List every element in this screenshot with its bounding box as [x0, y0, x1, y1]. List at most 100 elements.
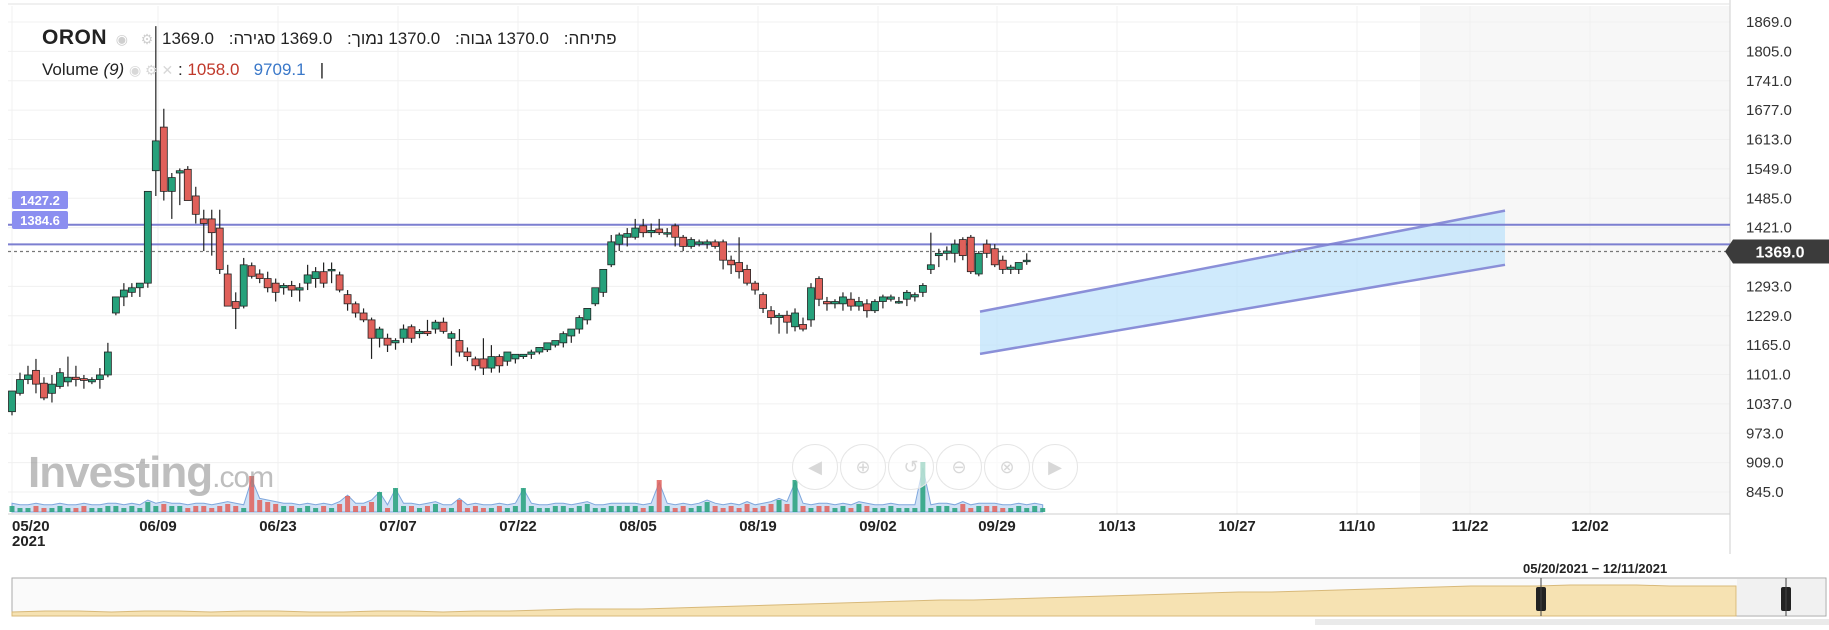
volume-value: 1058.0	[187, 60, 240, 79]
candle-body	[431, 321, 440, 330]
candle-body	[247, 265, 256, 277]
logo-brand: Investing	[28, 448, 213, 497]
candle-body	[191, 195, 200, 215]
gear-icon[interactable]: ⚙	[141, 31, 154, 47]
volume-bar	[712, 506, 718, 512]
chart-container[interactable]: 1427.2 1384.6 1869.0 1805.0 1741.0 1677.0 161…	[0, 0, 1829, 625]
candle-body	[807, 287, 815, 321]
volume-bar	[169, 506, 175, 512]
x-tick-label: 10/13	[1098, 518, 1136, 535]
candle-body	[95, 374, 104, 380]
candle-body	[159, 126, 168, 192]
candle-body	[679, 236, 688, 247]
zoom-out-icon[interactable]: ⊖	[936, 444, 982, 490]
volume-bar	[432, 504, 438, 512]
candle-body	[399, 328, 408, 339]
candle-body	[463, 351, 472, 357]
eye-icon[interactable]: ◉ ⚙ ✕	[129, 62, 173, 78]
y-tick-label: 1869.0	[1746, 14, 1792, 31]
volume-bar	[361, 506, 367, 512]
volume-bar	[97, 508, 103, 512]
volume-bar	[81, 506, 87, 512]
volume-bar	[33, 506, 39, 512]
candle-body	[359, 312, 368, 321]
volume-bar	[225, 504, 231, 512]
candle-body	[990, 248, 999, 266]
candle-body	[1022, 259, 1031, 263]
candle-body	[407, 326, 416, 339]
arrow-right-icon[interactable]: ▶	[1032, 444, 1078, 490]
level-tag: 1384.6	[20, 213, 60, 228]
candle-body	[303, 274, 312, 284]
volume-bar	[416, 508, 422, 512]
y-tick-label: 1293.0	[1746, 278, 1792, 295]
volume-bar	[640, 508, 646, 512]
y-tick-label: 1741.0	[1746, 73, 1792, 90]
volume-bar	[1032, 506, 1038, 512]
x-tick-label: 09/29	[978, 518, 1016, 535]
candle-body	[32, 369, 40, 385]
candle-body	[279, 285, 288, 289]
candle-body	[383, 337, 392, 346]
candle-body	[56, 372, 64, 387]
zoom-in-icon[interactable]: ⊕	[840, 444, 886, 490]
volume-bar	[401, 506, 407, 512]
candle-body	[727, 259, 735, 266]
candle-body	[998, 259, 1007, 270]
candle-body	[16, 379, 24, 394]
volume-bar	[616, 506, 622, 512]
volume-bar	[832, 508, 838, 512]
candle-body	[879, 296, 887, 302]
volume-bar	[393, 488, 399, 512]
y-tick-label: 909.0	[1746, 455, 1784, 472]
candle-body	[375, 328, 384, 339]
chart-svg[interactable]: 1427.2 1384.6 1869.0 1805.0 1741.0 1677.0 161…	[0, 0, 1829, 625]
volume-bar	[297, 508, 303, 512]
candle-body	[775, 314, 783, 318]
investing-logo: Investing.com	[28, 448, 274, 498]
zoom-fit-icon[interactable]: ⊗	[984, 444, 1030, 490]
volume-bar	[137, 508, 143, 512]
volume-bar	[760, 506, 766, 512]
volume-bar	[848, 508, 854, 512]
candle-body	[24, 374, 32, 380]
candle-body	[1006, 266, 1015, 270]
candle-body	[119, 289, 128, 298]
candle-body	[743, 268, 751, 284]
eye-icon[interactable]: ◉	[116, 31, 128, 47]
volume-bar	[784, 504, 790, 512]
arrow-left-icon[interactable]: ◀	[792, 444, 838, 490]
x-tick-label: 10/27	[1218, 518, 1256, 535]
candle-body	[855, 301, 863, 307]
volume-period: (9)	[103, 60, 125, 79]
candle-body	[607, 241, 616, 266]
candle-body	[799, 324, 807, 330]
candle-body	[255, 273, 264, 279]
volume-bar	[464, 508, 470, 512]
candle-body	[831, 301, 839, 305]
candle-body	[687, 239, 696, 247]
candle-body	[894, 301, 903, 304]
candle-body	[311, 271, 320, 279]
candle-body	[487, 356, 496, 369]
candle-body	[447, 333, 456, 339]
volume-bar	[409, 506, 414, 512]
zoom-reset-icon[interactable]: ↺	[888, 444, 934, 490]
volume-bar	[856, 504, 862, 512]
candle-body	[567, 328, 576, 337]
close-value: 1369.0	[161, 29, 214, 48]
candle-body	[111, 296, 120, 314]
volume-bar	[992, 506, 998, 512]
volume-bar	[369, 502, 375, 512]
volume-bar	[688, 508, 694, 512]
volume-bar	[840, 506, 846, 512]
candle-body	[80, 378, 88, 381]
candle-body	[327, 268, 336, 272]
volume-bar	[329, 508, 335, 512]
logo-suffix: .com	[212, 461, 274, 494]
volume-bar	[864, 506, 870, 512]
volume-bar	[89, 508, 95, 512]
candle-body	[647, 229, 656, 234]
candle-body	[231, 301, 240, 309]
volume-bar	[1024, 508, 1030, 512]
